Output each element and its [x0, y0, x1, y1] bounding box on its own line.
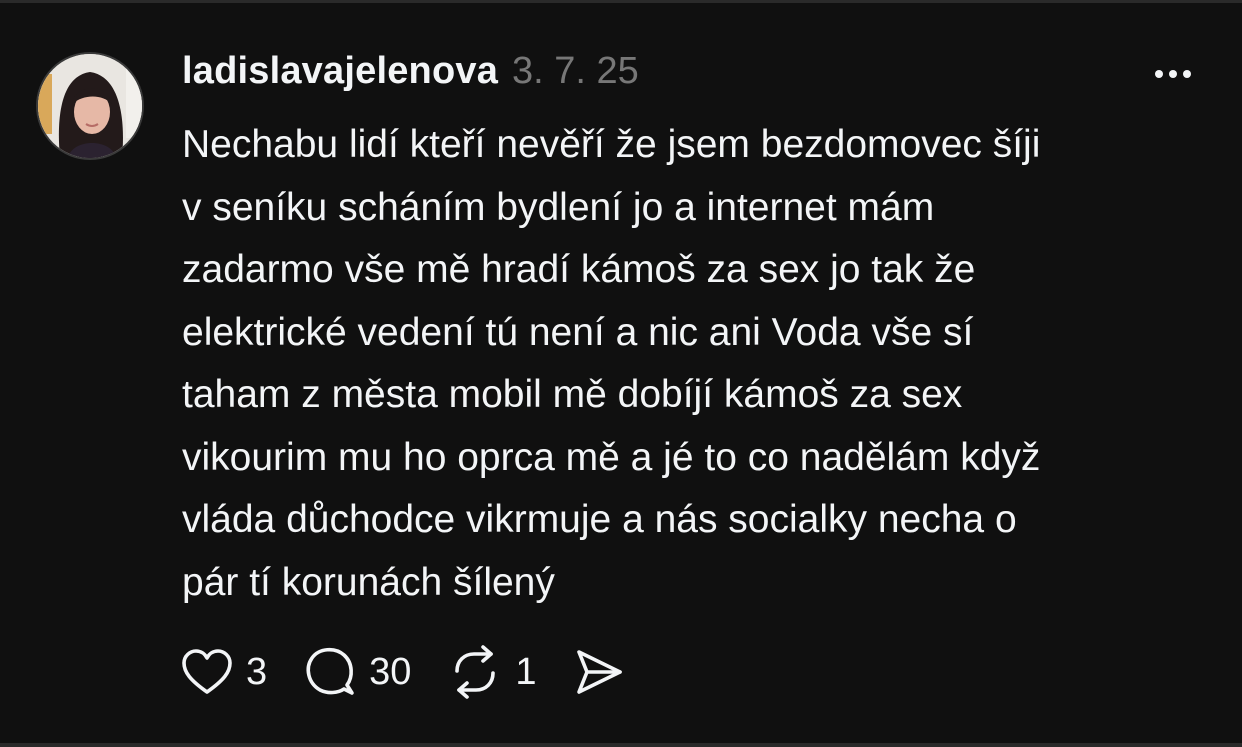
username[interactable]: ladislavajelenova — [182, 50, 498, 93]
more-horizontal-icon — [1155, 70, 1191, 78]
repost-icon — [447, 645, 503, 699]
more-options-button[interactable] — [1150, 62, 1196, 86]
post-header: ladislavajelenova 3. 7. 25 — [182, 50, 639, 100]
bottom-divider — [0, 743, 1242, 747]
repost-button[interactable]: 1 — [447, 644, 537, 700]
heart-icon — [180, 647, 234, 697]
reply-count: 30 — [369, 650, 412, 693]
avatar[interactable] — [36, 52, 144, 160]
like-button[interactable]: 3 — [180, 644, 267, 700]
reply-button[interactable]: 30 — [303, 644, 411, 700]
post-actions: 3 30 1 — [180, 644, 661, 700]
avatar-image — [38, 54, 142, 158]
thread-post: ladislavajelenova 3. 7. 25 Nechabu lidí … — [0, 0, 1242, 747]
post-date: 3. 7. 25 — [512, 50, 639, 92]
repost-count: 1 — [515, 650, 537, 693]
like-count: 3 — [246, 650, 268, 693]
post-text: Nechabu lidí kteří nevěří že jsem bezdom… — [182, 123, 1041, 604]
comment-icon — [303, 645, 357, 699]
share-button[interactable] — [573, 644, 625, 700]
send-icon — [573, 647, 625, 697]
